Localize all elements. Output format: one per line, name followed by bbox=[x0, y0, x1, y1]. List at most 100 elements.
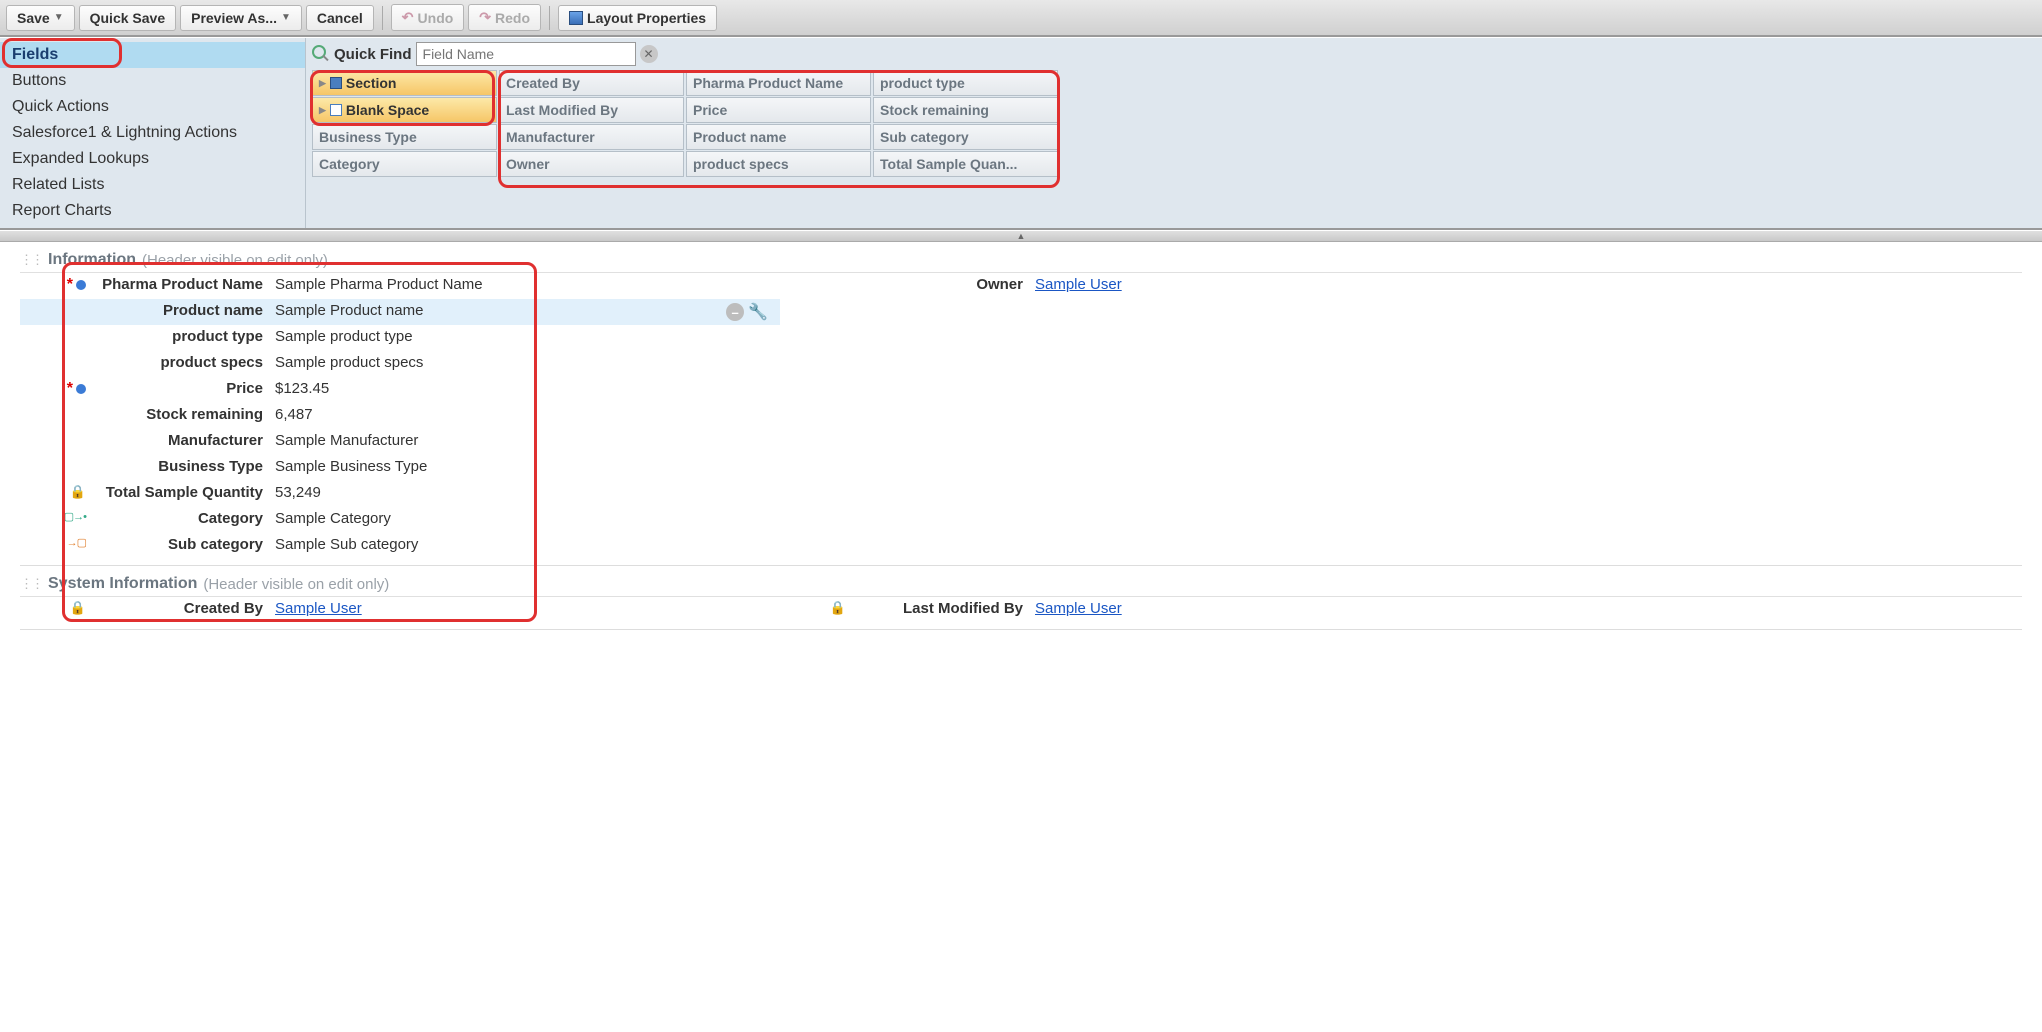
palette-chip[interactable]: Total Sample Quan... bbox=[873, 151, 1058, 177]
layout-properties-button[interactable]: Layout Properties bbox=[558, 5, 717, 31]
field-row[interactable]: 🔒Total Sample Quantity53,249 bbox=[20, 481, 780, 507]
sidebar-item-fields[interactable]: Fields bbox=[0, 42, 305, 68]
field-label: Total Sample Quantity bbox=[90, 484, 275, 502]
sidebar-item-report-charts[interactable]: Report Charts bbox=[0, 198, 305, 224]
field-label: Last Modified By bbox=[850, 600, 1035, 618]
palette-chip[interactable]: Owner bbox=[499, 151, 684, 177]
user-link[interactable]: Sample User bbox=[1035, 600, 1122, 617]
palette-chip-blank-space[interactable]: ▶Blank Space bbox=[312, 97, 497, 123]
field-label: Category bbox=[90, 510, 275, 528]
field-label: Price bbox=[90, 380, 275, 398]
cancel-button[interactable]: Cancel bbox=[306, 5, 374, 31]
field-row[interactable]: *Pharma Product NameSample Pharma Produc… bbox=[20, 273, 780, 299]
field-value: Sample Business Type bbox=[275, 458, 776, 475]
palette-chip[interactable]: Pharma Product Name bbox=[686, 70, 871, 96]
field-value: $123.45 bbox=[275, 380, 776, 397]
clear-icon[interactable]: ✕ bbox=[640, 45, 658, 63]
info-left-column: *Pharma Product NameSample Pharma Produc… bbox=[20, 273, 780, 559]
field-indicators: * bbox=[24, 276, 90, 294]
toolbar-separator bbox=[549, 6, 550, 30]
field-row[interactable]: ▢→• CategorySample Category bbox=[20, 507, 780, 533]
section-header-system-info[interactable]: ⋮⋮ System Information (Header visible on… bbox=[20, 572, 2022, 597]
sidebar-item-sf1-lightning[interactable]: Salesforce1 & Lightning Actions bbox=[0, 120, 305, 146]
palette-chip[interactable]: Price bbox=[686, 97, 871, 123]
grip-icon: ⋮⋮ bbox=[20, 252, 42, 268]
field-row[interactable]: 🔒 Created By Sample User bbox=[20, 597, 780, 623]
user-link[interactable]: Sample User bbox=[275, 600, 362, 617]
info-right-column: OwnerSample User bbox=[780, 273, 2022, 559]
field-value: Sample product specs bbox=[275, 354, 776, 371]
field-label: Product name bbox=[90, 302, 275, 320]
palette-chip[interactable]: Last Modified By bbox=[499, 97, 684, 123]
quick-find-input[interactable] bbox=[416, 42, 636, 66]
field-tools: –🔧 bbox=[726, 302, 776, 322]
field-row[interactable]: →▢Sub categorySample Sub category bbox=[20, 533, 780, 559]
sidebar-item-related-lists[interactable]: Related Lists bbox=[0, 172, 305, 198]
field-value: 53,249 bbox=[275, 484, 776, 501]
field-indicators: * bbox=[24, 380, 90, 398]
section-icon bbox=[330, 77, 342, 89]
lock-icon: 🔒 bbox=[70, 484, 86, 500]
field-label: product specs bbox=[90, 354, 275, 372]
field-row[interactable]: 🔒 Last Modified By Sample User bbox=[780, 597, 2022, 623]
field-label: Business Type bbox=[90, 458, 275, 476]
field-row[interactable]: Stock remaining6,487 bbox=[20, 403, 780, 429]
palette-chip[interactable]: product type bbox=[873, 70, 1058, 96]
field-label: Manufacturer bbox=[90, 432, 275, 450]
field-row[interactable]: OwnerSample User bbox=[780, 273, 2022, 299]
field-value: Sample Product name bbox=[275, 302, 726, 319]
required-icon: * bbox=[67, 380, 73, 398]
lock-icon: 🔒 bbox=[70, 600, 86, 616]
toolbar: Save▼ Quick Save Preview As...▼ Cancel ↶… bbox=[0, 0, 2042, 37]
field-row[interactable]: product specsSample product specs bbox=[20, 351, 780, 377]
quick-find-label: Quick Find bbox=[334, 46, 412, 63]
wrench-icon[interactable]: 🔧 bbox=[748, 302, 768, 322]
palette-chip[interactable]: product specs bbox=[686, 151, 871, 177]
field-row[interactable]: product typeSample product type bbox=[20, 325, 780, 351]
sidebar-item-expanded-lookups[interactable]: Expanded Lookups bbox=[0, 146, 305, 172]
save-button[interactable]: Save▼ bbox=[6, 5, 75, 31]
field-value: Sample Category bbox=[275, 510, 776, 527]
palette-chip-section[interactable]: ▶Section bbox=[312, 70, 497, 96]
undo-button[interactable]: ↶Undo bbox=[391, 4, 465, 31]
sidebar-item-quick-actions[interactable]: Quick Actions bbox=[0, 94, 305, 120]
palette-chip[interactable]: Stock remaining bbox=[873, 97, 1058, 123]
field-row[interactable]: Product nameSample Product name–🔧 bbox=[20, 299, 780, 325]
field-palette: Quick Find ✕ ▶Section ▶Blank Space Busin… bbox=[305, 38, 2042, 228]
preview-as-button[interactable]: Preview As...▼ bbox=[180, 5, 302, 31]
controlling-field-icon: ▢→• bbox=[64, 510, 86, 523]
palette-chip[interactable]: Manufacturer bbox=[499, 124, 684, 150]
palette-chip[interactable]: Category bbox=[312, 151, 497, 177]
field-row[interactable]: ManufacturerSample Manufacturer bbox=[20, 429, 780, 455]
section-header-information[interactable]: ⋮⋮ Information (Header visible on edit o… bbox=[20, 248, 2022, 273]
field-row[interactable]: * Price$123.45 bbox=[20, 377, 780, 403]
palette-chip[interactable]: Product name bbox=[686, 124, 871, 150]
field-value: Sample User bbox=[1035, 276, 2018, 293]
search-icon bbox=[312, 45, 330, 63]
required-icon: * bbox=[67, 276, 73, 294]
palette-chip[interactable]: Sub category bbox=[873, 124, 1058, 150]
section-subtitle: (Header visible on edit only) bbox=[203, 576, 389, 593]
layout-canvas: ⋮⋮ Information (Header visible on edit o… bbox=[0, 242, 2042, 656]
palette-area: Fields Buttons Quick Actions Salesforce1… bbox=[0, 37, 2042, 230]
palette-chip[interactable]: Created By bbox=[499, 70, 684, 96]
field-label: Stock remaining bbox=[90, 406, 275, 424]
field-value: Sample Sub category bbox=[275, 536, 776, 553]
remove-icon[interactable]: – bbox=[726, 303, 744, 321]
palette-chip[interactable]: Business Type bbox=[312, 124, 497, 150]
user-link[interactable]: Sample User bbox=[1035, 276, 1122, 293]
layout-icon bbox=[569, 11, 583, 25]
dependent-field-icon: →▢ bbox=[67, 536, 86, 549]
redo-button[interactable]: ↷Redo bbox=[468, 4, 541, 31]
field-label: Owner bbox=[850, 276, 1035, 294]
field-indicators: ▢→• bbox=[24, 510, 90, 523]
field-label: Created By bbox=[90, 600, 275, 618]
always-on-layout-icon bbox=[76, 280, 86, 290]
field-value: Sample product type bbox=[275, 328, 776, 345]
sidebar-item-buttons[interactable]: Buttons bbox=[0, 68, 305, 94]
collapse-handle[interactable]: ▲ bbox=[0, 230, 2042, 242]
field-indicators: 🔒 bbox=[24, 484, 90, 500]
toolbar-separator bbox=[382, 6, 383, 30]
quick-save-button[interactable]: Quick Save bbox=[79, 5, 177, 31]
field-row[interactable]: Business TypeSample Business Type bbox=[20, 455, 780, 481]
